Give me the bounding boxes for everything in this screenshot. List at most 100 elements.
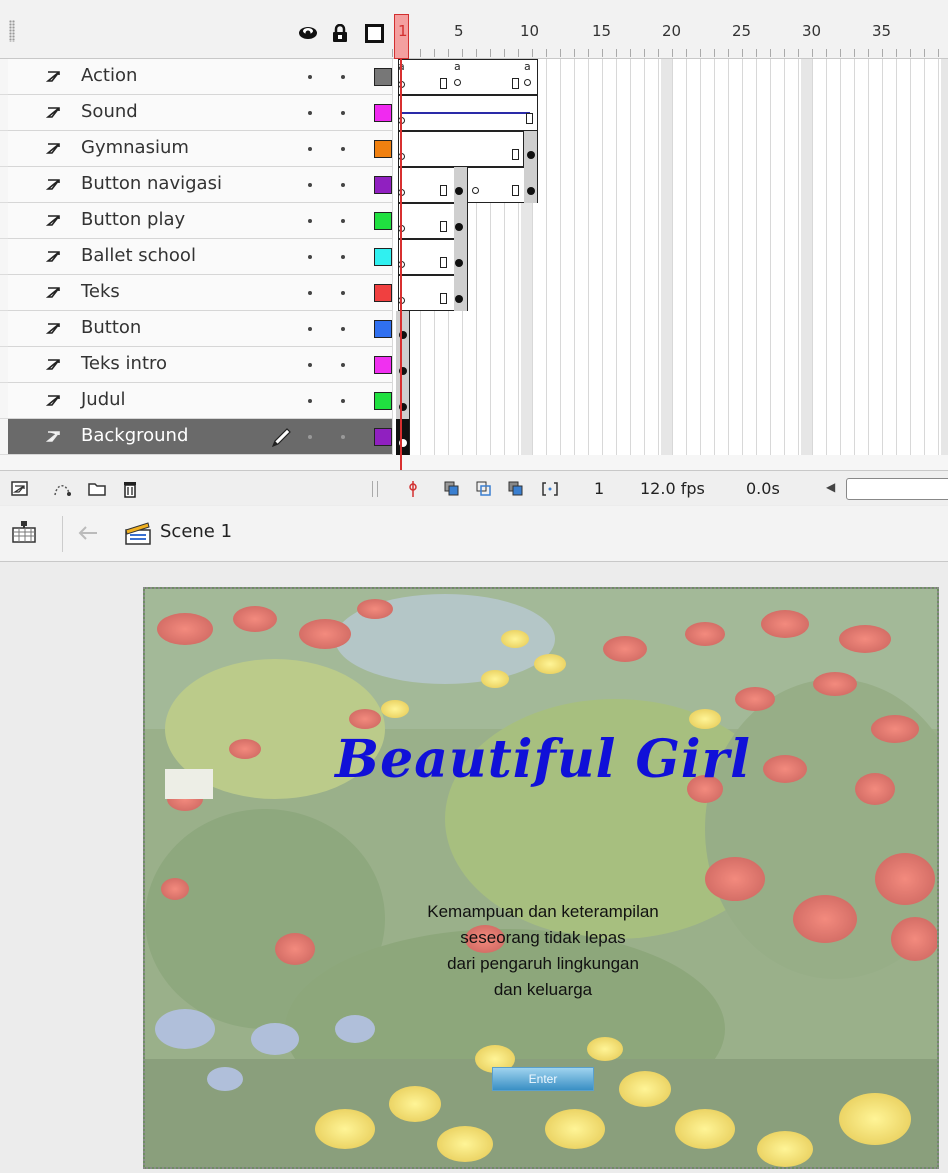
layer-row-button[interactable]: Button (0, 311, 948, 347)
outline-color-swatch[interactable] (374, 356, 392, 374)
visibility-toggle[interactable] (308, 363, 312, 367)
visibility-toggle[interactable] (308, 327, 312, 331)
layer-row-teks-intro[interactable]: Teks intro (0, 347, 948, 383)
visibility-toggle[interactable] (308, 75, 312, 79)
frame-rate-readout[interactable]: 12.0 fps (640, 479, 705, 498)
frame-track[interactable] (392, 131, 948, 167)
frame-track[interactable] (392, 203, 948, 239)
eye-icon[interactable] (298, 23, 318, 43)
modify-onion-markers-icon[interactable] (540, 479, 560, 499)
outline-color-swatch[interactable] (374, 176, 392, 194)
visibility-toggle[interactable] (308, 435, 312, 439)
new-folder-icon[interactable] (87, 479, 107, 499)
layer-name-cell[interactable]: Ballet school (8, 239, 392, 275)
outline-color-swatch[interactable] (374, 248, 392, 266)
edit-multiple-frames-icon[interactable] (506, 479, 526, 499)
layer-row-ballet-school[interactable]: Ballet school (0, 239, 948, 275)
intro-text-block[interactable]: Kemampuan dan keterampilan seseorang tid… (343, 899, 743, 1003)
keyframe[interactable] (527, 187, 535, 195)
keyframe[interactable] (524, 79, 531, 86)
lock-toggle[interactable] (341, 219, 345, 223)
layer-name-cell[interactable]: Teks intro (8, 347, 392, 383)
divider-handle[interactable] (372, 481, 378, 497)
frame-track[interactable] (392, 167, 948, 203)
frame-ruler[interactable]: 5 10 15 20 25 30 35 (392, 0, 948, 59)
outline-color-swatch[interactable] (374, 428, 392, 446)
layer-name-cell[interactable]: Gymnasium (8, 131, 392, 167)
layer-row-button-play[interactable]: Button play (0, 203, 948, 239)
layer-row-sound[interactable]: Sound (0, 95, 948, 131)
outline-color-swatch[interactable] (374, 320, 392, 338)
layer-row-action[interactable]: Action a a a (0, 59, 948, 95)
onion-skin-icon[interactable] (442, 479, 462, 499)
scroll-left-arrow-icon[interactable]: ◀ (826, 480, 835, 494)
outline-color-swatch[interactable] (374, 212, 392, 230)
center-frame-icon[interactable] (403, 479, 423, 499)
frame-track[interactable] (392, 275, 948, 311)
visibility-toggle[interactable] (308, 147, 312, 151)
layer-name-cell[interactable]: Action (8, 59, 392, 95)
layer-name-cell[interactable]: Sound (8, 95, 392, 131)
keyframe[interactable] (472, 187, 479, 194)
frame-track[interactable] (392, 311, 948, 347)
layer-row-judul[interactable]: Judul (0, 383, 948, 419)
stage[interactable]: Beautiful Girl Kemampuan dan keterampila… (143, 587, 939, 1169)
frame-track[interactable] (392, 347, 948, 383)
keyframe[interactable] (455, 295, 463, 303)
keyframe[interactable] (454, 79, 461, 86)
title-text[interactable]: Beautiful Girl (145, 729, 937, 790)
frame-track[interactable]: a a a (392, 59, 948, 95)
visibility-toggle[interactable] (308, 291, 312, 295)
layer-row-background[interactable]: Background (0, 419, 948, 455)
lock-toggle[interactable] (341, 255, 345, 259)
layer-name-cell[interactable]: Judul (8, 383, 392, 419)
layer-row-gymnasium[interactable]: Gymnasium (0, 131, 948, 167)
lock-toggle[interactable] (341, 363, 345, 367)
outline-color-swatch[interactable] (374, 68, 392, 86)
new-layer-icon[interactable] (10, 479, 30, 499)
keyframe[interactable] (455, 223, 463, 231)
onion-skin-outlines-icon[interactable] (474, 479, 494, 499)
keyframe[interactable] (455, 187, 463, 195)
outline-color-swatch[interactable] (374, 140, 392, 158)
lock-toggle[interactable] (341, 327, 345, 331)
layer-row-teks[interactable]: Teks (0, 275, 948, 311)
enter-button[interactable]: Enter (492, 1067, 594, 1091)
layer-name-cell[interactable]: Button play (8, 203, 392, 239)
frame-track[interactable] (392, 383, 948, 419)
keyframe[interactable] (455, 259, 463, 267)
outline-color-swatch[interactable] (374, 104, 392, 122)
lock-toggle[interactable] (341, 435, 345, 439)
panel-grip[interactable] (9, 20, 15, 42)
back-arrow-icon[interactable] (78, 526, 98, 540)
lock-toggle[interactable] (341, 291, 345, 295)
visibility-toggle[interactable] (308, 219, 312, 223)
lock-toggle[interactable] (341, 147, 345, 151)
timeline-horizontal-scrollbar[interactable] (846, 478, 948, 500)
lock-toggle[interactable] (341, 399, 345, 403)
layer-name-cell[interactable]: Button navigasi (8, 167, 392, 203)
lock-toggle[interactable] (341, 75, 345, 79)
lock-toggle[interactable] (341, 183, 345, 187)
trash-icon[interactable] (120, 479, 140, 499)
scene-label[interactable]: Scene 1 (160, 521, 232, 542)
outline-color-swatch[interactable] (374, 284, 392, 302)
frame-track[interactable] (392, 419, 948, 455)
layer-name-cell[interactable]: Background (8, 419, 392, 455)
keyframe[interactable] (527, 151, 535, 159)
motion-guide-icon[interactable] (52, 479, 72, 499)
visibility-toggle[interactable] (308, 111, 312, 115)
visibility-toggle[interactable] (308, 255, 312, 259)
frame-track[interactable] (392, 239, 948, 275)
layer-name-cell[interactable]: Button (8, 311, 392, 347)
visibility-toggle[interactable] (308, 183, 312, 187)
layer-row-button-navigasi[interactable]: Button navigasi (0, 167, 948, 203)
lock-toggle[interactable] (341, 111, 345, 115)
frame-track[interactable] (392, 95, 948, 131)
outline-icon[interactable] (364, 23, 384, 43)
outline-color-swatch[interactable] (374, 392, 392, 410)
lock-icon[interactable] (330, 23, 350, 43)
visibility-toggle[interactable] (308, 399, 312, 403)
timeline-toggle-icon[interactable] (10, 519, 38, 547)
layer-name-cell[interactable]: Teks (8, 275, 392, 311)
